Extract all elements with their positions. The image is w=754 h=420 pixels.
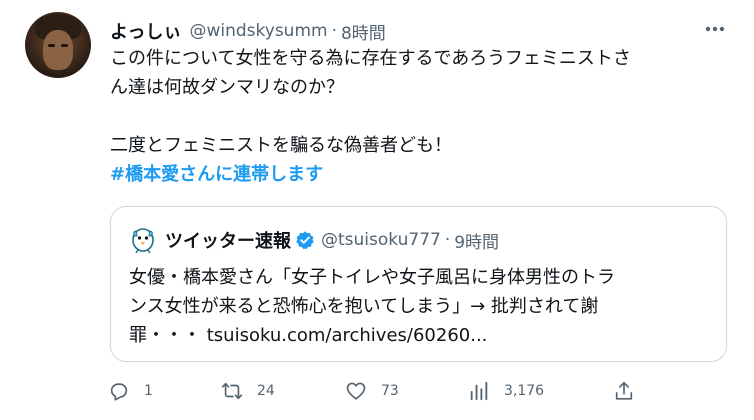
tweet-body-line: この件について女性を守る為に存在するであろうフェミニストさ — [110, 48, 631, 69]
quote-body: 女優・橋本愛さん「女子トイレや女子風呂に身体男性のトラ ンス女性が来ると恐怖心を… — [129, 263, 719, 350]
views-button[interactable]: 3,176 — [468, 376, 544, 406]
share-icon — [615, 381, 633, 400]
hashtag-link[interactable]: #橋本愛さんに連帯します — [110, 160, 740, 189]
like-button[interactable]: 73 — [345, 376, 399, 406]
retweet-button[interactable]: 24 — [221, 376, 275, 406]
bird-mascot-icon — [132, 228, 154, 254]
quote-header-separator: · — [444, 230, 451, 250]
quote-author-name[interactable]: ツイッター速報 — [165, 227, 291, 253]
header-separator: · — [331, 21, 337, 41]
verified-badge-icon — [296, 231, 314, 250]
more-horizontal-icon — [705, 26, 725, 32]
author-handle[interactable]: @windskysumm — [189, 21, 327, 41]
reply-button[interactable]: 1 — [108, 376, 153, 406]
quote-body-line: 女優・橋本愛さん「女子トイレや女子風呂に身体男性のトラ — [129, 267, 615, 288]
quote-body-line: ンス女性が来ると恐怖心を抱いてしまう」→ 批判されて謝 — [129, 296, 599, 317]
tweet-body-line: ん達は何故ダンマリなのか？ — [110, 77, 344, 98]
analytics-icon — [470, 381, 488, 401]
quote-tweet[interactable]: ツイッター速報 @tsuisoku777 · 9時間 女優・橋本愛さん「女子トイ… — [110, 206, 727, 362]
tweet[interactable]: よっしぃ @windskysumm · 8時間 この件について女性を守る為に存在… — [0, 0, 754, 420]
avatar-eye-left — [48, 44, 55, 47]
tweet-body-line — [110, 102, 740, 131]
tweet-body: この件について女性を守る為に存在するであろうフェミニストさ ん達は何故ダンマリな… — [110, 44, 740, 189]
quote-author-handle[interactable]: @tsuisoku777 — [321, 230, 441, 250]
views-count: 3,176 — [504, 383, 545, 399]
like-count: 73 — [381, 383, 399, 399]
quote-header: ツイッター速報 @tsuisoku777 · 9時間 — [129, 227, 499, 254]
avatar-eye-right — [61, 44, 68, 47]
retweet-icon — [221, 382, 243, 400]
reply-count: 1 — [144, 383, 153, 399]
author-name[interactable]: よっしぃ — [110, 18, 181, 44]
heart-icon — [346, 382, 366, 400]
avatar[interactable] — [25, 12, 91, 78]
avatar-face — [43, 30, 73, 70]
tweet-header: よっしぃ @windskysumm · 8時間 — [110, 18, 386, 44]
retweet-count: 24 — [257, 383, 275, 399]
quote-time[interactable]: 9時間 — [454, 228, 499, 253]
action-bar: 1 24 73 3,176 — [108, 376, 738, 406]
quote-body-line: 罪・・・ tsuisoku.com/archives/60260... — [129, 325, 488, 346]
more-button[interactable] — [700, 16, 730, 42]
tweet-time[interactable]: 8時間 — [341, 19, 386, 44]
share-button[interactable] — [613, 376, 635, 406]
reply-icon — [110, 383, 128, 401]
tweet-body-line: 二度とフェミニストを騙るな偽善者ども！ — [110, 135, 452, 156]
